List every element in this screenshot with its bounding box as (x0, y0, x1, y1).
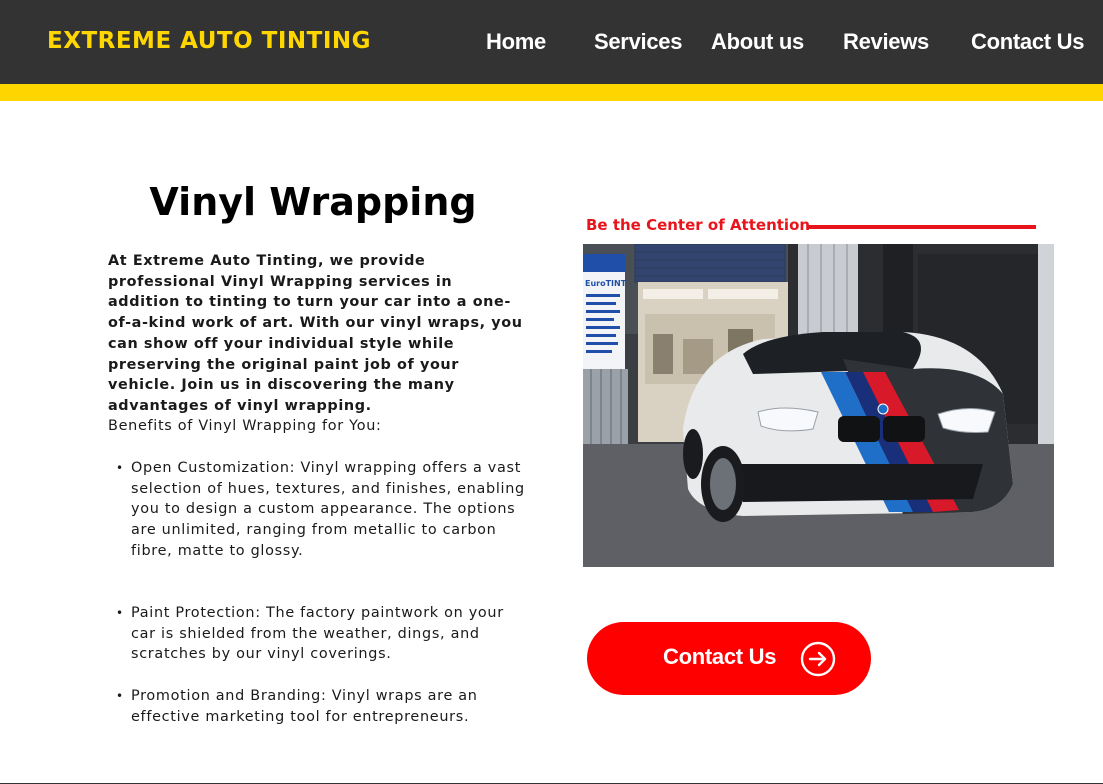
contact-us-button-label: Contact Us (663, 644, 777, 669)
car-photo-illustration: EuroTINT (583, 244, 1054, 567)
sign-text: EuroTINT (585, 279, 627, 288)
benefit-text: Open Customization: Vinyl wrapping offer… (131, 460, 525, 559)
nav-services[interactable]: Services (594, 29, 682, 55)
benefit-item: • Open Customization: Vinyl wrapping off… (108, 458, 528, 562)
intro-paragraph: At Extreme Auto Tinting, we provide prof… (108, 253, 523, 414)
benefit-item: • Promotion and Branding: Vinyl wraps ar… (108, 686, 528, 727)
car-photo: EuroTINT (583, 244, 1054, 567)
arrow-right-circle-icon (800, 641, 836, 677)
benefit-text: Promotion and Branding: Vinyl wraps are … (131, 688, 478, 725)
header-accent-bar (0, 84, 1103, 101)
benefit-item: • Paint Protection: The factory paintwor… (108, 603, 528, 665)
feature-tagline: Be the Center of Attention (586, 216, 811, 234)
site-logo[interactable]: EXTREME AUTO TINTING (47, 28, 371, 54)
nav-about-us[interactable]: About us (711, 29, 804, 55)
benefit-text: Paint Protection: The factory paintwork … (131, 605, 504, 663)
nav-home[interactable]: Home (486, 29, 546, 55)
tagline-divider (807, 225, 1036, 229)
contact-us-button[interactable]: Contact Us (587, 622, 871, 695)
page-title: Vinyl Wrapping (149, 180, 477, 224)
nav-contact-us[interactable]: Contact Us (971, 29, 1084, 55)
bullet-icon: • (116, 461, 124, 475)
nav-reviews[interactable]: Reviews (843, 29, 929, 55)
bullet-icon: • (116, 689, 124, 703)
benefits-heading: Benefits of Vinyl Wrapping for You: (108, 418, 382, 434)
site-header: EXTREME AUTO TINTING Home Services About… (0, 0, 1103, 84)
bullet-icon: • (116, 606, 124, 620)
